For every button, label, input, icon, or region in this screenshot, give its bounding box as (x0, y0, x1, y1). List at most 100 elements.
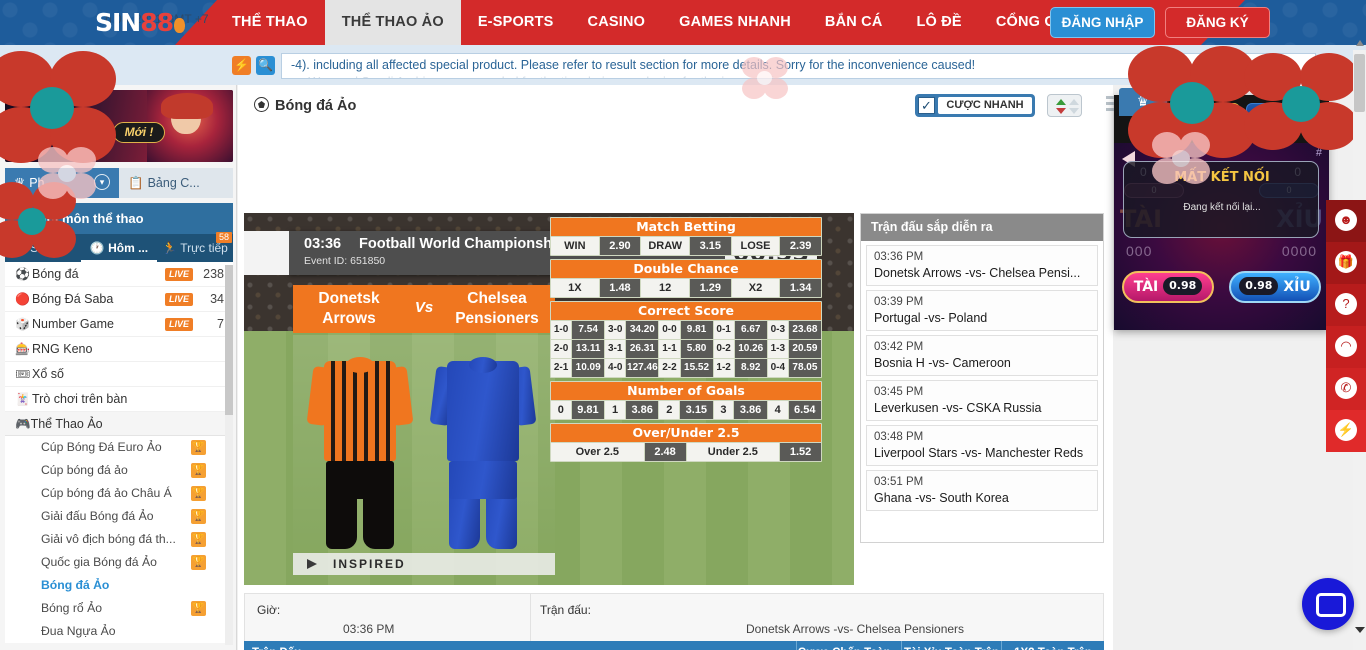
upcoming-match-item[interactable]: 03:36 PM Donetsk Arrows -vs- Chelsea Pen… (866, 245, 1098, 286)
cs-label[interactable]: 1-2 (713, 359, 734, 377)
odds-value-draw[interactable]: 3.15 (689, 237, 731, 255)
ng-value[interactable]: 6.54 (788, 401, 822, 419)
cs-label[interactable]: 4-0 (605, 359, 626, 377)
cs-label[interactable]: 1-0 (551, 321, 572, 339)
cs-label[interactable]: 1-3 (767, 340, 788, 358)
odds-label-win[interactable]: WIN (551, 237, 599, 255)
sidebar-item-cup-bong-da-ao-chau-a[interactable]: Cúp bóng đá ảo Châu Á 🏆 (5, 482, 233, 505)
sidebar-item-cup-bong-da-ao[interactable]: Cúp bóng đá ảo 🏆 (5, 459, 233, 482)
nav-item-esports[interactable]: E-SPORTS (461, 0, 571, 45)
promo-banner-aba-esports[interactable]: ABA EE SPORTS Mới ! (5, 90, 233, 162)
register-button[interactable]: ĐĂNG KÝ (1165, 7, 1270, 38)
sidebar-scrollbar[interactable] (225, 265, 233, 645)
upcoming-match-item[interactable]: 03:42 PM Bosnia H -vs- Cameroon (866, 335, 1098, 376)
sidebar-item-bong-ro-ao[interactable]: Bóng rổ Ảo 🏆 (5, 597, 233, 620)
odds-value-lose[interactable]: 2.39 (780, 237, 821, 255)
sidebar-subtab-hom-nay[interactable]: 🕐 Hôm ... (81, 234, 157, 262)
game-tab-xoc-dia[interactable]: XÓC ĐĨA (1246, 103, 1302, 135)
sidebar-scrollbar-thumb[interactable] (225, 265, 233, 415)
nav-item-ban-ca[interactable]: BẮN CÁ (808, 0, 900, 45)
cs-label[interactable]: 2-0 (551, 340, 572, 358)
nav-item-games-nhanh[interactable]: GAMES NHANH (662, 0, 808, 45)
ng-label[interactable]: 4 (767, 401, 788, 419)
sidebar-tab-parlay[interactable]: ♛ Ph ... ▾ (5, 168, 119, 198)
sidebar-item-tro-choi-tren-ban[interactable]: 🃏 Trò chơi trên bàn (5, 387, 233, 412)
cs-value[interactable]: 10.09 (572, 359, 605, 377)
ng-value[interactable]: 3.15 (680, 401, 713, 419)
cs-label[interactable]: 0-2 (713, 340, 734, 358)
ng-label[interactable]: 2 (659, 401, 680, 419)
cs-label[interactable]: 0-4 (767, 359, 788, 377)
cs-value[interactable]: 7.54 (572, 321, 605, 339)
sidebar-group-the-thao-ao[interactable]: 🎮Thể Thao Ảo (5, 412, 233, 436)
cs-value[interactable]: 20.59 (788, 340, 821, 358)
nav-item-casino[interactable]: CASINO (571, 0, 663, 45)
cs-value[interactable]: 9.81 (680, 321, 713, 339)
cs-label[interactable]: 1-1 (659, 340, 680, 358)
quickbet-bolt-icon[interactable]: ⚡ (232, 56, 251, 75)
mail-envelope-icon[interactable] (1320, 59, 1338, 72)
login-button[interactable]: ĐĂNG NHẬP (1050, 7, 1155, 38)
cs-value[interactable]: 6.67 (734, 321, 767, 339)
cs-value[interactable]: 127.46 (626, 359, 659, 377)
cs-value[interactable]: 78.05 (788, 359, 821, 377)
cs-value[interactable]: 8.92 (734, 359, 767, 377)
floating-game-widget[interactable]: ❮ TÀI XỈU XÓC ĐĨA # 0 0 0 0 TÀI XỈU 000 … (1114, 95, 1329, 330)
chat-collapse-caret-icon[interactable] (1355, 627, 1365, 633)
cs-label[interactable]: 0-3 (767, 321, 788, 339)
odds-value-over[interactable]: 2.48 (644, 443, 686, 461)
odds-value-12[interactable]: 1.29 (689, 279, 731, 297)
page-scrollbar-thumb[interactable] (1354, 54, 1365, 112)
ng-label[interactable]: 3 (713, 401, 734, 419)
ng-label[interactable]: 0 (551, 401, 571, 419)
rail-item-phone[interactable]: ✆ (1326, 368, 1366, 410)
ng-value[interactable]: 3.86 (625, 401, 659, 419)
cs-label[interactable]: 0-0 (659, 321, 680, 339)
ng-value[interactable]: 3.86 (734, 401, 767, 419)
nav-item-the-thao-ao[interactable]: THỂ THAO ẢO (324, 0, 461, 45)
sidebar-item-xo-so[interactable]: 🎟 Xổ số (5, 362, 233, 387)
cs-value[interactable]: 10.26 (734, 340, 767, 358)
upcoming-match-item[interactable]: 03:51 PM Ghana -vs- South Korea (866, 470, 1098, 511)
odds-label-over[interactable]: Over 2.5 (551, 443, 644, 461)
sidebar-item-cup-bong-da-euro-ao[interactable]: Cúp Bóng Đá Euro Ảo 🏆 (5, 436, 233, 459)
bet-xiu-button[interactable]: 0.98 XỈU (1229, 271, 1321, 303)
sidebar-item-dua-ngua-ao[interactable]: Đua Ngựa Ảo (5, 620, 233, 643)
cs-label[interactable]: 3-0 (605, 321, 626, 339)
sidebar-item-bong-da[interactable]: ⚽ Bóng đá LIVE 238 (5, 262, 233, 287)
upcoming-match-item[interactable]: 03:48 PM Liverpool Stars -vs- Manchester… (866, 425, 1098, 466)
live-chat-button[interactable] (1302, 578, 1354, 630)
odds-label-draw[interactable]: DRAW (641, 237, 689, 255)
cs-label[interactable]: 3-1 (605, 340, 626, 358)
odds-value-1x[interactable]: 1.48 (599, 279, 641, 297)
sidebar-item-rng-keno[interactable]: 🎰 RNG Keno (5, 337, 233, 362)
cs-value[interactable]: 13.11 (572, 340, 605, 358)
site-logo[interactable]: SIN88 (95, 8, 186, 37)
cs-value[interactable]: 23.68 (788, 321, 821, 339)
sidebar-item-quoc-gia-bong-da-ao[interactable]: Quốc gia Bóng đá Ảo 🏆 (5, 551, 233, 574)
sidebar-item-giai-vo-dich[interactable]: Giải vô địch bóng đá th... 🏆 (5, 528, 233, 551)
nav-item-lo-de[interactable]: LÔ ĐỀ (900, 0, 979, 45)
rail-item-help[interactable]: ? (1326, 284, 1366, 326)
sidebar-subtab-truc-tiep[interactable]: 🏃 Trực tiếp 58 (157, 232, 233, 262)
rail-item-messenger[interactable]: ⚡ (1326, 410, 1366, 452)
cs-value[interactable]: 5.80 (680, 340, 713, 358)
sidebar-item-bong-da-saba[interactable]: 🔴 Bóng Đá Saba LIVE 34 (5, 287, 233, 312)
ng-value[interactable]: 9.81 (571, 401, 605, 419)
sidebar-item-number-game[interactable]: 🎲 Number Game LIVE 7 (5, 312, 233, 337)
virtual-match-video-panel[interactable]: ··· 03:36 Football World Championship Ev… (244, 213, 854, 585)
nav-item-the-thao[interactable]: THỂ THAO (215, 0, 325, 45)
cs-label[interactable]: 0-1 (713, 321, 734, 339)
odds-label-under[interactable]: Under 2.5 (686, 443, 780, 461)
bet-tai-button[interactable]: TÀI 0.98 (1122, 271, 1214, 303)
upcoming-match-item[interactable]: 03:39 PM Portugal -vs- Poland (866, 290, 1098, 331)
odds-label-lose[interactable]: LOSE (731, 237, 780, 255)
odds-label-x2[interactable]: X2 (731, 279, 780, 297)
odds-value-win[interactable]: 2.90 (599, 237, 641, 255)
sort-order-button[interactable] (1047, 94, 1082, 117)
sidebar-item-bong-da-ao-selected[interactable]: Bóng đá Ảo (5, 574, 233, 597)
cs-value[interactable]: 26.31 (626, 340, 659, 358)
odds-label-12[interactable]: 12 (641, 279, 689, 297)
odds-label-1x[interactable]: 1X (551, 279, 599, 297)
rail-item-promotions[interactable]: 🎁 (1326, 242, 1366, 284)
